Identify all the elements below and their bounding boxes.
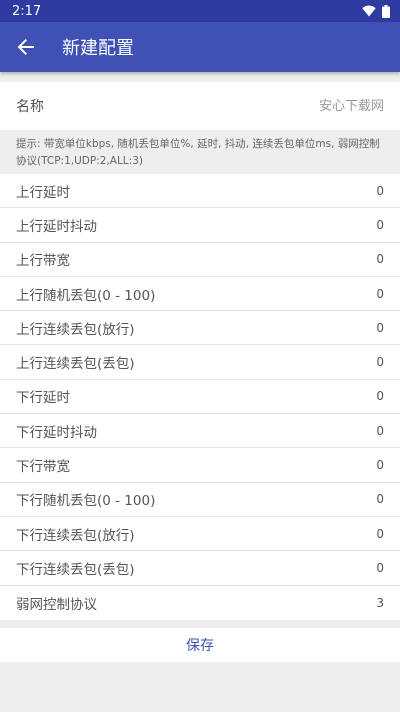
row-value: 3 [376,595,384,610]
arrow-left-icon [17,39,34,55]
row-label: 下行延时 [16,390,70,407]
row-label: 下行带宽 [16,459,70,476]
row-label: 下行随机丢包(0 - 100) [16,493,156,510]
status-icons [362,4,390,18]
row-uplink-random-loss[interactable]: 上行随机丢包(0 - 100) 0 [0,277,400,312]
row-value: 0 [376,560,384,575]
row-label: 下行连续丢包(丢包) [16,561,135,578]
row-label: 上行连续丢包(丢包) [16,356,135,373]
row-downlink-burst-pass[interactable]: 下行连续丢包(放行) 0 [0,517,400,552]
row-uplink-delay-jitter[interactable]: 上行延时抖动 0 [0,208,400,243]
row-label: 上行连续丢包(放行) [16,321,135,338]
app-bar: 新建配置 [0,22,400,72]
hint-text: 提示: 带宽单位kbps, 随机丢包单位%, 延时, 抖动, 连续丢包单位ms,… [0,130,400,174]
row-label: 下行延时抖动 [16,424,97,441]
row-value: 0 [376,526,384,541]
row-label: 上行延时抖动 [16,218,97,235]
config-list: 上行延时 0 上行延时抖动 0 上行带宽 0 上行随机丢包(0 - 100) 0… [0,174,400,620]
name-field-row: 名称 [0,82,400,130]
row-value: 0 [376,183,384,198]
wifi-icon [362,5,376,17]
back-button[interactable] [14,35,38,59]
row-value: 0 [376,355,384,370]
name-label: 名称 [16,99,44,115]
row-uplink-burst-drop[interactable]: 上行连续丢包(丢包) 0 [0,345,400,380]
row-value: 0 [376,286,384,301]
row-downlink-delay-jitter[interactable]: 下行延时抖动 0 [0,414,400,449]
row-downlink-burst-drop[interactable]: 下行连续丢包(丢包) 0 [0,551,400,586]
row-downlink-delay[interactable]: 下行延时 0 [0,380,400,415]
save-label: 保存 [186,637,214,654]
section-gap [0,619,400,628]
battery-icon [382,4,390,18]
row-label: 上行带宽 [16,253,70,270]
row-downlink-bandwidth[interactable]: 下行带宽 0 [0,448,400,483]
save-button[interactable]: 保存 [0,627,400,662]
row-uplink-bandwidth[interactable]: 上行带宽 0 [0,243,400,277]
row-label: 上行延时 [16,184,70,201]
row-value: 0 [376,492,384,507]
row-value: 0 [376,389,384,404]
name-input[interactable] [204,98,384,114]
row-value: 0 [376,320,384,335]
row-label: 下行连续丢包(放行) [16,527,135,544]
row-label: 上行随机丢包(0 - 100) [16,287,156,304]
status-bar: 2:17 [0,0,400,22]
row-weak-network-protocol[interactable]: 弱网控制协议 3 [0,586,400,620]
row-uplink-delay[interactable]: 上行延时 0 [0,174,400,209]
row-value: 0 [376,458,384,473]
row-value: 0 [376,423,384,438]
status-time: 2:17 [12,3,42,19]
row-value: 0 [376,252,384,267]
row-uplink-burst-pass[interactable]: 上行连续丢包(放行) 0 [0,311,400,346]
top-spacer [0,72,400,82]
row-value: 0 [376,217,384,232]
page-title: 新建配置 [62,38,134,59]
row-downlink-random-loss[interactable]: 下行随机丢包(0 - 100) 0 [0,483,400,517]
row-label: 弱网控制协议 [16,596,97,613]
